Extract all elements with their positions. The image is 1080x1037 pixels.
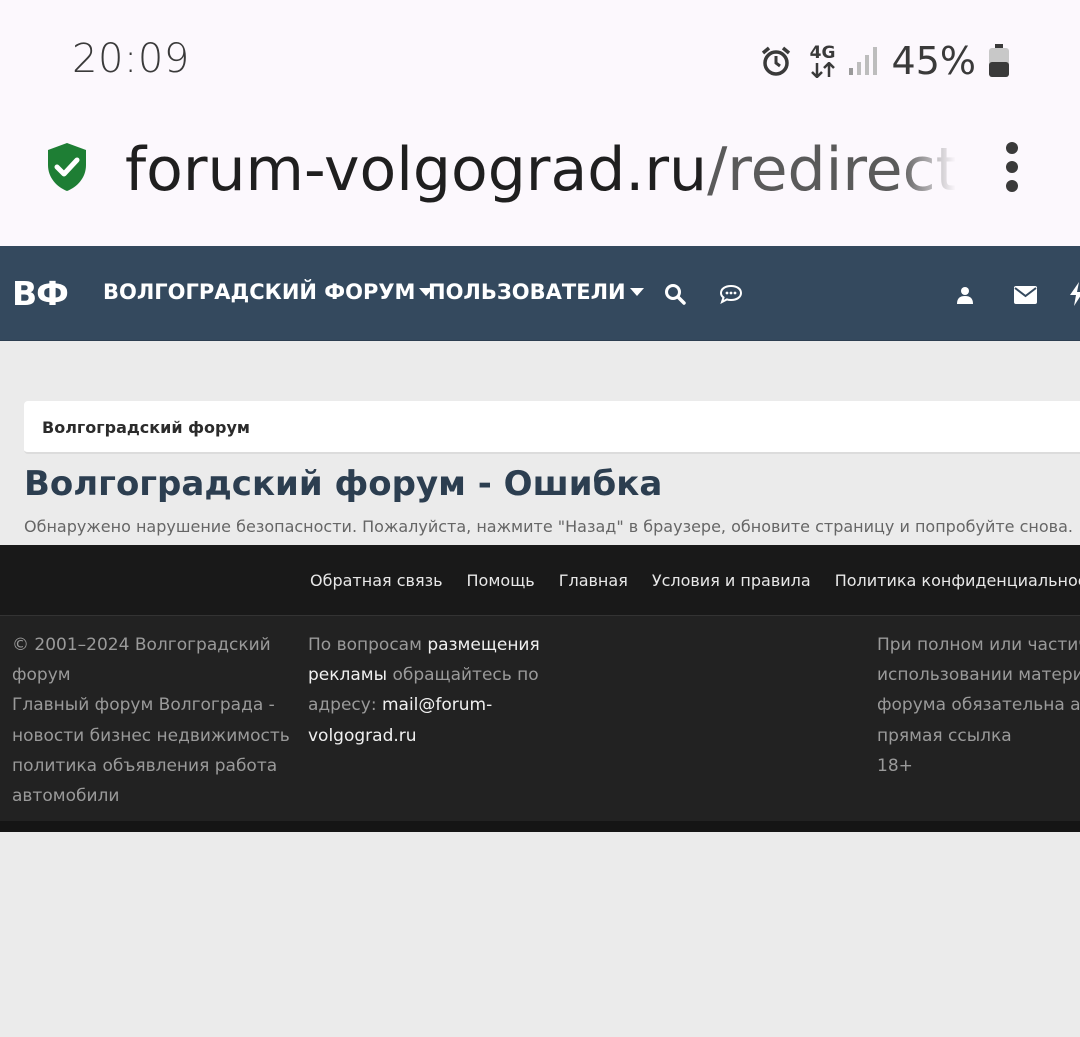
footer-body: © 2001–2024 Волгоградский форум Главный … xyxy=(0,615,1080,821)
footer-ads: По вопросам размещения рекламы обращайте… xyxy=(308,630,558,751)
chat-icon[interactable] xyxy=(719,284,743,304)
status-bar: 20:09 4G 45% xyxy=(0,0,1080,118)
footer-ads-link-a[interactable]: размещения xyxy=(427,635,539,655)
footer-links-bar: Обратная связь Помощь Главная Условия и … xyxy=(0,545,1080,615)
footer-ads-text1: По вопросам xyxy=(308,635,428,655)
footer-age-rating: 18+ xyxy=(877,755,913,776)
footer-email-link-b[interactable]: volgograd.ru xyxy=(308,726,417,746)
breadcrumb: Волгоградский форум xyxy=(24,401,1080,454)
url-host: forum-volgograd.ru xyxy=(125,135,708,205)
url-fade xyxy=(900,134,956,206)
alarm-icon xyxy=(761,46,790,76)
footer-bottom-bar xyxy=(0,821,1080,832)
error-message: Обнаружено нарушение безопасности. Пожал… xyxy=(24,517,1073,536)
footer-notice-line2: использовании матери xyxy=(877,665,1080,686)
breadcrumb-item-home[interactable]: Волгоградский форум xyxy=(42,418,250,437)
status-time: 20:09 xyxy=(72,36,190,82)
battery-percent: 45% xyxy=(891,39,976,83)
footer-desc-line2: новости бизнес недвижимость xyxy=(12,725,290,746)
footer-email-link-a[interactable]: mail@forum- xyxy=(382,695,492,715)
page-title: Волгоградский форум - Ошибка xyxy=(24,464,663,504)
footer-ads-link-b[interactable]: рекламы xyxy=(308,665,387,685)
network-indicator: 4G xyxy=(810,44,836,78)
battery-icon xyxy=(989,44,1009,77)
shield-check-icon[interactable] xyxy=(46,142,88,192)
footer-notice-line3: форума обязательна ак xyxy=(877,695,1080,716)
footer-link-privacy[interactable]: Политика конфиденциальности xyxy=(835,571,1080,590)
footer-ads-text2: обращайтесь по xyxy=(387,665,539,686)
forum-navbar: ВФ ВОЛГОГРАДСКИЙ ФОРУМ ПОЛЬЗОВАТЕЛИ xyxy=(0,246,1080,341)
footer-link-help[interactable]: Помощь xyxy=(467,571,535,590)
footer-notice-line1: При полном или частич xyxy=(877,635,1080,655)
network-type: 4G xyxy=(809,43,836,63)
kebab-menu-icon[interactable] xyxy=(1000,142,1024,192)
nav-users[interactable]: ПОЛЬЗОВАТЕЛИ xyxy=(428,280,644,304)
footer-desc-line1: Главный форум Волгограда - xyxy=(12,695,275,716)
user-icon[interactable] xyxy=(957,286,973,304)
forum-logo[interactable]: ВФ xyxy=(12,274,69,313)
browser-url-bar[interactable]: forum-volgograd.ru/redirect/? xyxy=(0,118,1080,246)
footer-copyright-line2: форум xyxy=(12,665,71,686)
footer-copy-notice: При полном или частич использовании мате… xyxy=(877,630,1080,781)
footer-about: © 2001–2024 Волгоградский форум Главный … xyxy=(12,630,302,811)
status-icons: 4G 45% xyxy=(760,38,1010,84)
nav-users-label: ПОЛЬЗОВАТЕЛИ xyxy=(428,280,626,304)
footer-desc-line4: автомобили xyxy=(12,786,120,807)
chevron-down-icon xyxy=(629,288,644,296)
bolt-icon[interactable] xyxy=(1070,282,1080,306)
footer-notice-line4: прямая ссылка xyxy=(877,725,1012,746)
footer-copyright-line1: © 2001–2024 Волгоградский xyxy=(12,635,271,655)
footer-desc-line3: политика объявления работа xyxy=(12,755,278,776)
footer-link-terms[interactable]: Условия и правила xyxy=(652,571,811,590)
search-icon[interactable] xyxy=(664,283,686,305)
footer-link-home[interactable]: Главная xyxy=(559,571,628,590)
data-arrows-icon xyxy=(810,62,835,78)
footer-ads-text3: адресу: xyxy=(308,695,382,716)
signal-icon xyxy=(848,47,877,75)
mail-icon[interactable] xyxy=(1014,286,1037,304)
nav-volgograd-forum[interactable]: ВОЛГОГРАДСКИЙ ФОРУМ xyxy=(103,280,434,304)
url-text[interactable]: forum-volgograd.ru/redirect/? xyxy=(125,134,955,206)
footer-link-feedback[interactable]: Обратная связь xyxy=(310,571,443,590)
nav-volgograd-forum-label: ВОЛГОГРАДСКИЙ ФОРУМ xyxy=(103,280,416,304)
